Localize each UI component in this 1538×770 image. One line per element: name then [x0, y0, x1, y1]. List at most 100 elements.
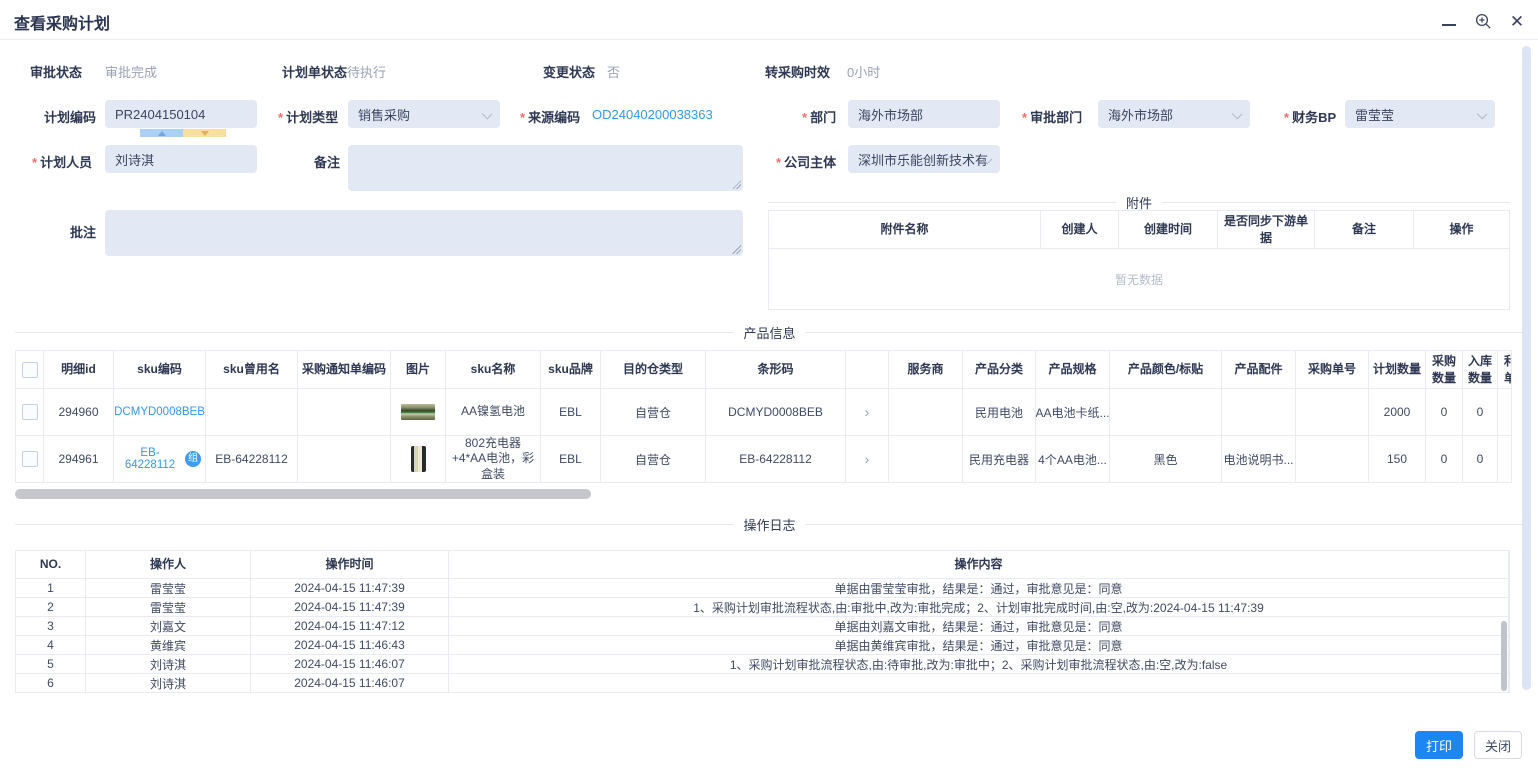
- log-cell-no: 3: [16, 617, 86, 636]
- attachments-empty-text: 暂无数据: [1115, 271, 1163, 288]
- log-header-0: NO.: [16, 551, 86, 579]
- plan-status-value: 待执行: [347, 62, 386, 81]
- plan-code-input[interactable]: PR2404150104: [105, 100, 257, 128]
- planner-input[interactable]: 刘诗淇: [105, 145, 257, 173]
- expand-row-icon[interactable]: ›: [865, 404, 870, 420]
- product-cell-service_provider: [889, 436, 963, 483]
- log-cell-content: 单据由刘嘉文审批，结果是：通过，审批意见是：同意: [449, 617, 1509, 636]
- product-cell-profit: [1498, 436, 1512, 483]
- product-cell-detail_id: 294960: [44, 389, 114, 436]
- remark-textarea[interactable]: [348, 145, 743, 191]
- product-header-expand: [846, 351, 889, 389]
- expand-row-icon[interactable]: ›: [865, 451, 870, 467]
- log-header-row: NO.操作人操作时间操作内容: [16, 551, 1509, 579]
- log-cell-operator: 雷莹莹: [86, 598, 251, 617]
- product-cell-sku_name: 802充电器+4*AA电池，彩盒装: [446, 436, 541, 483]
- product-header-profit: 利单: [1498, 351, 1512, 389]
- log-cell-operator: 刘诗淇: [86, 655, 251, 674]
- minimize-icon[interactable]: [1440, 12, 1458, 30]
- transfer-time-value: 0小时: [847, 62, 880, 81]
- change-status-label: 变更状态: [543, 62, 595, 81]
- product-header-plan_qty: 计划数量: [1369, 351, 1426, 389]
- product-header-detail_id: 明细id: [44, 351, 114, 389]
- department-input[interactable]: 海外市场部: [848, 100, 1000, 128]
- view-purchase-plan-dialog: 查看采购计划 ✕ 审批状态 审批完成 计划单状态 待执行 变更状态 否 转采购时…: [0, 0, 1538, 770]
- attachment-col-action: 操作: [1414, 211, 1509, 249]
- log-scrollbar-thumb[interactable]: [1501, 621, 1507, 691]
- product-cell-purchase_notice: [298, 436, 391, 483]
- annotation-textarea[interactable]: [105, 210, 743, 256]
- product-cell-barcode: DCMYD0008BEB: [706, 389, 846, 436]
- products-section-divider: 产品信息: [15, 323, 1524, 342]
- dialog-scrollbar-thumb[interactable]: [1522, 46, 1531, 690]
- approval-status-label: 审批状态: [30, 62, 82, 81]
- log-cell-time: 2024-04-15 11:46:43: [251, 636, 449, 655]
- product-cell-plan_qty: 150: [1369, 436, 1426, 483]
- stepper-down-icon[interactable]: [183, 129, 226, 137]
- log-header-1: 操作人: [86, 551, 251, 579]
- log-header-3: 操作内容: [449, 551, 1509, 579]
- products-section-title: 产品信息: [744, 323, 796, 342]
- product-header-purchase_qty: 采购数量: [1426, 351, 1463, 389]
- product-header-accessory: 产品配件: [1222, 351, 1296, 389]
- row-checkbox[interactable]: [22, 404, 38, 420]
- product-header-sku_name: sku名称: [446, 351, 541, 389]
- logs-section-divider: 操作日志: [15, 515, 1524, 534]
- attachment-col-sync: 是否同步下游单据: [1218, 211, 1315, 249]
- product-cell-barcode: EB-64228112: [706, 436, 846, 483]
- product-cell-purchase_qty: 0: [1426, 389, 1463, 436]
- print-button[interactable]: 打印: [1415, 731, 1463, 759]
- select-all-checkbox[interactable]: [22, 362, 38, 378]
- close-button[interactable]: 关闭: [1474, 731, 1522, 759]
- change-status-value: 否: [607, 62, 620, 81]
- log-cell-no: 4: [16, 636, 86, 655]
- product-header-color_label: 产品颜色/标贴: [1110, 351, 1222, 389]
- page-title: 查看采购计划: [14, 10, 110, 34]
- stepper-widget[interactable]: [140, 129, 226, 137]
- group-badge: 组: [185, 451, 201, 467]
- product-header-sku_brand: sku品牌: [541, 351, 601, 389]
- close-icon[interactable]: ✕: [1508, 12, 1526, 30]
- log-cell-no: 1: [16, 579, 86, 598]
- log-cell-time: 2024-04-15 11:47:12: [251, 617, 449, 636]
- product-thumbnail-charger-icon: [411, 446, 426, 472]
- stepper-up-icon[interactable]: [140, 129, 183, 137]
- row-checkbox[interactable]: [22, 451, 38, 467]
- operation-log-table: NO.操作人操作时间操作内容1雷莹莹2024-04-15 11:47:39单据由…: [15, 550, 1510, 693]
- product-cell-color_label: [1110, 389, 1222, 436]
- product-cell-cb: [16, 389, 44, 436]
- attachment-col-name: 附件名称: [769, 211, 1041, 249]
- product-header-service_provider: 服务商: [889, 351, 963, 389]
- plan-type-select[interactable]: 销售采购: [348, 100, 500, 128]
- log-row: 1雷莹莹2024-04-15 11:47:39单据由雷莹莹审批，结果是：通过，审…: [16, 579, 1509, 598]
- source-code-link[interactable]: OD24040200038363: [592, 107, 713, 122]
- product-cell-service_provider: [889, 389, 963, 436]
- product-cell-color_label: 黑色: [1110, 436, 1222, 483]
- approve-dept-select[interactable]: 海外市场部: [1098, 100, 1250, 128]
- log-row: 4黄维宾2024-04-15 11:46:43单据由黄维宾审批，结果是：通过，审…: [16, 636, 1509, 655]
- product-cell-sku_brand: EBL: [541, 436, 601, 483]
- finance-bp-select[interactable]: 雷莹莹: [1345, 100, 1495, 128]
- attachment-col-created: 创建时间: [1119, 211, 1218, 249]
- log-cell-operator: 刘嘉文: [86, 617, 251, 636]
- product-cell-inbound_qty: 0: [1463, 436, 1498, 483]
- horizontal-scrollbar[interactable]: [15, 489, 1510, 499]
- log-cell-time: 2024-04-15 11:46:07: [251, 655, 449, 674]
- sku-code-link[interactable]: DCMYD0008BEB: [114, 406, 205, 418]
- source-code-label: *来源编码: [520, 107, 580, 126]
- product-cell-spec: AA电池卡纸...: [1036, 389, 1110, 436]
- zoom-magnifier-icon[interactable]: [1474, 12, 1492, 30]
- product-cell-sku_code: EB-64228112组: [114, 436, 206, 483]
- log-row: 3刘嘉文2024-04-15 11:47:12单据由刘嘉文审批，结果是：通过，审…: [16, 617, 1509, 636]
- log-row: 6刘诗淇2024-04-15 11:46:07: [16, 674, 1509, 693]
- sku-code-link[interactable]: EB-64228112: [118, 447, 182, 471]
- product-header-cb: [16, 351, 44, 389]
- product-cell-sku_name: AA镍氢电池: [446, 389, 541, 436]
- log-cell-content: 单据由雷莹莹审批，结果是：通过，审批意见是：同意: [449, 579, 1509, 598]
- company-select[interactable]: 深圳市乐能创新技术有: [848, 145, 1000, 173]
- product-cell-category: 民用充电器: [963, 436, 1036, 483]
- product-cell-accessory: [1222, 389, 1296, 436]
- product-cell-po_no: [1296, 436, 1369, 483]
- horizontal-scrollbar-thumb[interactable]: [15, 489, 591, 499]
- log-cell-time: 2024-04-15 11:46:07: [251, 674, 449, 693]
